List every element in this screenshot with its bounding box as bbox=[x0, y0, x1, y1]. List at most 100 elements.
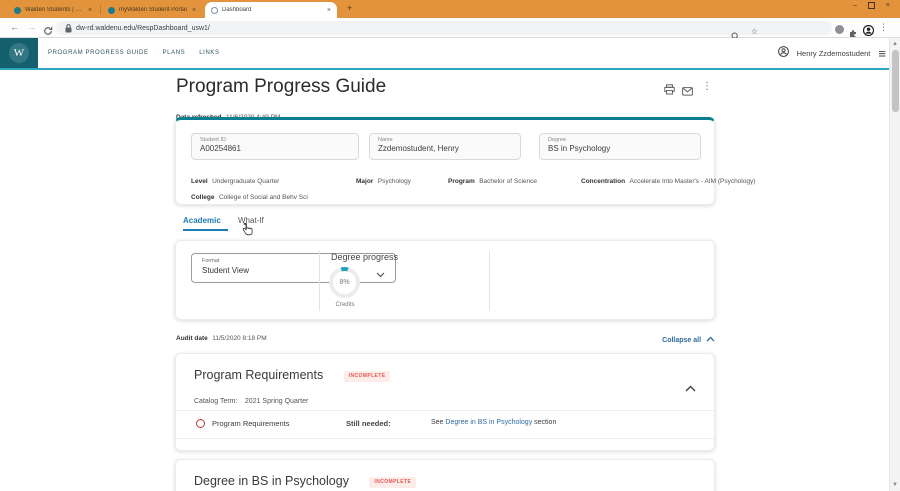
section-title: Degree in BS in Psychology bbox=[194, 474, 349, 488]
name-field[interactable]: Name Zzdemostudent, Henry bbox=[369, 133, 521, 160]
address-bar[interactable]: dw-rd.waldenu.edu/RespDashboard_usw1/ ☆ bbox=[56, 21, 832, 41]
audit-summary-card: Format Student View Degree progress 8% C… bbox=[175, 240, 715, 320]
meta-concentration: Concentration Accelerate Into Master's -… bbox=[581, 170, 755, 188]
requirement-name: Program Requirements bbox=[212, 419, 290, 428]
degree-progress-donut: 8% bbox=[329, 267, 360, 298]
nav-item-program-progress-guide[interactable]: PROGRAM PROGRESS GUIDE bbox=[48, 50, 149, 56]
active-tab-underline bbox=[183, 229, 228, 231]
divider bbox=[176, 438, 714, 439]
meta-label: Major bbox=[356, 178, 374, 185]
url-text[interactable]: dw-rd.waldenu.edu/RespDashboard_usw1/ bbox=[76, 25, 210, 32]
field-value: BS in Psychology bbox=[548, 144, 611, 153]
maximize-button[interactable] bbox=[867, 1, 875, 9]
scrollbar-thumb[interactable] bbox=[892, 50, 899, 112]
tab-close-icon[interactable]: × bbox=[327, 7, 331, 14]
page-menu-dots-icon[interactable]: ⋮ bbox=[702, 81, 712, 92]
nav-item-plans[interactable]: PLANS bbox=[163, 50, 186, 56]
still-needed-label: Still needed: bbox=[346, 419, 391, 428]
walden-favicon-icon bbox=[14, 6, 21, 14]
walden-logo[interactable]: W bbox=[0, 38, 38, 68]
meta-value: Bachelor of Science bbox=[479, 178, 537, 185]
browser-titlebar: Walden Students | Walden Univ × myWalden… bbox=[0, 0, 900, 18]
degree-section-link[interactable]: Degree in BS in Psychology bbox=[445, 419, 532, 426]
browser-tab-dashboard[interactable]: Dashboard × bbox=[205, 2, 337, 18]
meta-college: College College of Social and Behv Sci bbox=[191, 186, 308, 204]
extension-circle-icon[interactable] bbox=[835, 25, 844, 34]
audit-date-value: 11/5/2020 8:18 PM bbox=[212, 335, 267, 342]
catalog-term-label: Catalog Term: bbox=[194, 398, 238, 405]
incomplete-circle-icon bbox=[196, 419, 205, 428]
audit-date: Audit date 11/5/2020 8:18 PM bbox=[176, 327, 267, 345]
meta-program: Program Bachelor of Science bbox=[448, 170, 537, 188]
tab-academic[interactable]: Academic bbox=[183, 216, 221, 225]
print-icon[interactable] bbox=[664, 82, 675, 100]
scrollbar[interactable]: ▲ ▼ bbox=[889, 38, 900, 491]
field-value: A00254861 bbox=[200, 144, 241, 153]
meta-label: Concentration bbox=[581, 178, 626, 185]
user-person-icon bbox=[777, 44, 789, 62]
degree-bs-psychology-card: Degree in BS in Psychology INCOMPLETE bbox=[175, 459, 715, 491]
field-label: Degree bbox=[548, 137, 567, 143]
catalog-term-value: 2021 Spring Quarter bbox=[244, 398, 309, 405]
close-window-button[interactable]: × bbox=[886, 2, 890, 9]
new-tab-button[interactable]: + bbox=[347, 3, 352, 13]
meta-major: Major Psychology bbox=[356, 170, 411, 188]
browser-tab-mywalden-portal[interactable]: myWalden Student Portal × bbox=[102, 2, 202, 18]
status-badge: INCOMPLETE bbox=[369, 476, 417, 488]
tab-close-icon[interactable]: × bbox=[192, 7, 196, 14]
section-title: Program Requirements bbox=[194, 368, 324, 382]
browser-menu-dots-icon[interactable]: ⋮ bbox=[879, 22, 888, 33]
tab-title: Walden Students | Walden Univ bbox=[25, 7, 84, 13]
section-text: section bbox=[534, 419, 557, 426]
audit-date-label: Audit date bbox=[176, 335, 208, 342]
forward-icon[interactable]: → bbox=[27, 23, 36, 32]
window-controls: – × bbox=[853, 0, 890, 10]
divider bbox=[489, 251, 490, 311]
hamburger-menu-icon[interactable]: ≡ bbox=[878, 47, 886, 60]
bookmark-star-icon[interactable]: ☆ bbox=[751, 27, 758, 36]
browser-toolbar: ← → dw-rd.waldenu.edu/RespDashboard_usw1… bbox=[0, 18, 900, 41]
student-id-field[interactable]: Student ID A00254861 bbox=[191, 133, 359, 160]
scroll-up-arrow-icon[interactable]: ▲ bbox=[892, 41, 898, 47]
meta-value: Accelerate Into Master's - AIM (Psycholo… bbox=[629, 178, 756, 185]
tab-title: Dashboard bbox=[222, 7, 252, 13]
user-area: Henry Zzdemostudent ≡ bbox=[777, 38, 886, 68]
student-info-card: Student ID A00254861 Name Zzdemostudent,… bbox=[175, 117, 755, 205]
browser-tab-walden-students[interactable]: Walden Students | Walden Univ × bbox=[8, 2, 98, 18]
meta-label: Program bbox=[448, 178, 475, 185]
field-label: Name bbox=[378, 137, 393, 143]
tab-title: myWalden Student Portal bbox=[119, 7, 187, 13]
see-text: See bbox=[431, 419, 444, 426]
email-icon[interactable] bbox=[682, 83, 693, 101]
field-label: Student ID bbox=[200, 137, 226, 143]
meta-label: Level bbox=[191, 178, 208, 185]
divider bbox=[176, 410, 714, 411]
meta-value: Psychology bbox=[377, 178, 412, 185]
walden-logo-letter: W bbox=[9, 43, 29, 63]
divider bbox=[319, 251, 320, 311]
mouse-cursor bbox=[242, 222, 254, 242]
walden-favicon-icon bbox=[108, 6, 115, 14]
chevron-up-icon bbox=[706, 336, 715, 342]
field-value: Zzdemostudent, Henry bbox=[378, 144, 459, 153]
meta-value: College of Social and Behv Sci bbox=[218, 194, 308, 201]
collapse-section-button[interactable] bbox=[685, 379, 696, 397]
scroll-down-arrow-icon[interactable]: ▼ bbox=[892, 482, 898, 488]
program-requirements-card: Program Requirements INCOMPLETE Catalog … bbox=[175, 353, 715, 451]
degree-progress-percent: 8% bbox=[333, 271, 356, 294]
lock-icon bbox=[65, 23, 72, 33]
collapse-all-button[interactable]: Collapse all bbox=[600, 336, 715, 344]
section-header: Degree in BS in Psychology INCOMPLETE bbox=[194, 472, 417, 490]
back-icon[interactable]: ← bbox=[10, 23, 19, 32]
degree-progress-title: Degree progress bbox=[331, 252, 399, 262]
tab-close-icon[interactable]: × bbox=[88, 7, 92, 14]
nav-item-links[interactable]: LINKS bbox=[199, 50, 219, 56]
collapse-section-button[interactable] bbox=[685, 485, 696, 491]
meta-label: College bbox=[191, 194, 215, 201]
site-header: W PROGRAM PROGRESS GUIDE PLANS LINKS Hen… bbox=[0, 38, 900, 70]
catalog-term: Catalog Term: 2021 Spring Quarter bbox=[194, 390, 308, 408]
degree-field[interactable]: Degree BS in Psychology bbox=[539, 133, 701, 160]
status-badge: INCOMPLETE bbox=[343, 370, 391, 382]
minimize-button[interactable]: – bbox=[853, 2, 857, 9]
user-name[interactable]: Henry Zzdemostudent bbox=[797, 49, 871, 58]
